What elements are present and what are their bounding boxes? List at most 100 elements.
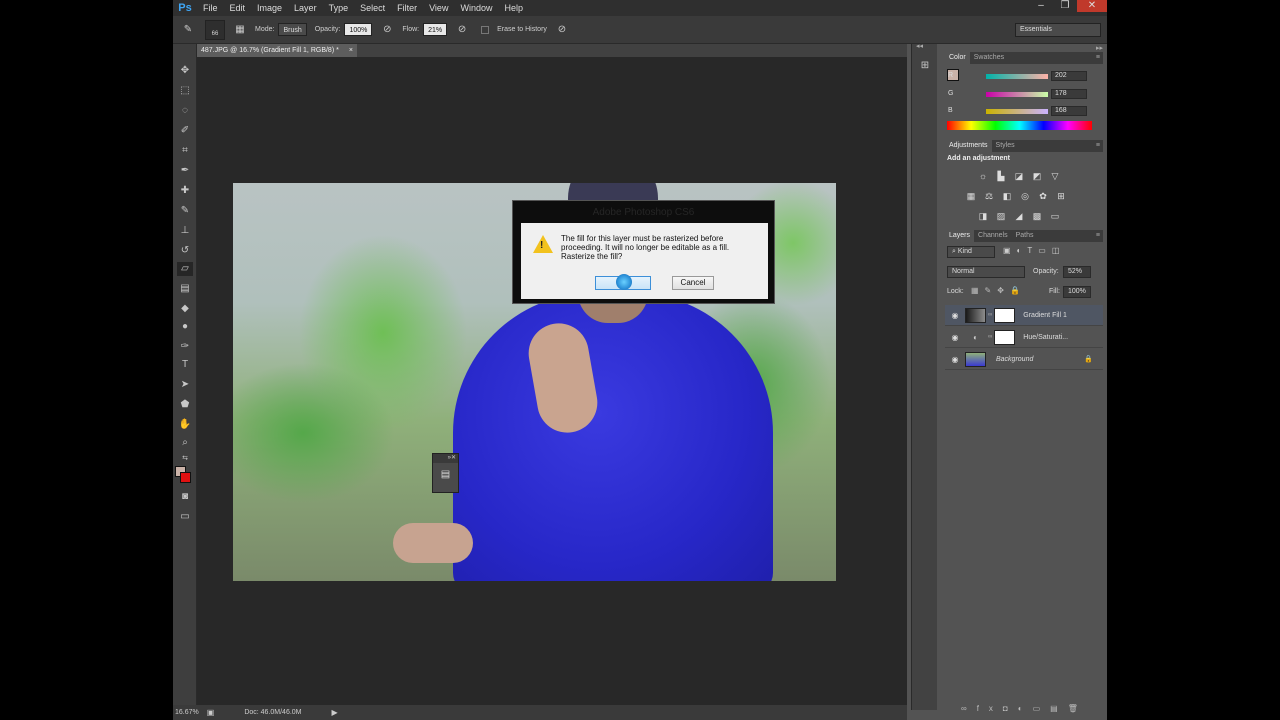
mode-dropdown[interactable]: Brush xyxy=(278,23,307,36)
clone-stamp-tool-icon[interactable]: ⊥ xyxy=(177,224,193,238)
tab-styles[interactable]: Styles xyxy=(992,140,1019,152)
opacity-input[interactable]: 100% xyxy=(344,23,373,36)
menu-edit[interactable]: Edit xyxy=(224,0,252,16)
color-lookup-icon[interactable]: ⊞ xyxy=(1055,190,1067,202)
ok-button[interactable] xyxy=(595,274,651,290)
blur-tool-icon[interactable]: ◆ xyxy=(177,302,193,316)
eye-icon[interactable]: ◉ xyxy=(945,355,965,364)
quick-mask-icon[interactable]: ◙ xyxy=(177,490,193,504)
eyedropper-tool-icon[interactable]: ✒ xyxy=(177,164,193,178)
tab-layers[interactable]: Layers xyxy=(945,230,975,242)
zoom-level[interactable]: 16.67% xyxy=(175,709,199,716)
layer-opacity-input[interactable]: 52% xyxy=(1063,266,1091,278)
color-panel-menu-icon[interactable]: ≡ xyxy=(1096,52,1103,64)
document-tab-close-icon[interactable]: × xyxy=(349,44,353,57)
color-spectrum-ramp[interactable] xyxy=(947,121,1092,130)
vibrance-icon[interactable]: ▽ xyxy=(1049,170,1061,182)
move-tool-icon[interactable]: ✥ xyxy=(177,64,193,78)
tab-color[interactable]: Color xyxy=(945,52,970,64)
eraser-tool-icon-selected[interactable]: ▱ xyxy=(177,262,193,276)
canvas-area[interactable]: »✕ ▤ Adobe Photoshop CS6 ! The fill for … xyxy=(197,57,907,705)
brush-tool-icon[interactable]: ✎ xyxy=(177,204,193,218)
layers-panel-menu-icon[interactable]: ≡ xyxy=(1096,230,1103,242)
curves-icon[interactable]: ◪ xyxy=(1013,170,1025,182)
layer-row-gradient-fill[interactable]: ◉ ∞ Gradient Fill 1 xyxy=(945,305,1103,326)
brush-preset-picker[interactable]: 66 xyxy=(205,19,225,40)
brightness-contrast-icon[interactable]: ☼ xyxy=(977,170,989,182)
eye-icon[interactable]: ◉ xyxy=(945,333,965,342)
pen-tool-icon[interactable]: ✑ xyxy=(177,340,193,354)
hand-tool-icon[interactable]: ✋ xyxy=(177,418,193,432)
close-button[interactable]: ✕ xyxy=(1077,0,1107,12)
minimize-button[interactable]: – xyxy=(1029,0,1053,12)
erase-history-checkbox[interactable] xyxy=(481,25,490,34)
menu-select[interactable]: Select xyxy=(354,0,391,16)
lasso-tool-icon[interactable]: ◌ xyxy=(177,104,193,118)
lock-icons[interactable]: ▦✎✥🔒 xyxy=(971,286,1026,295)
selective-color-icon[interactable]: ▩ xyxy=(1031,210,1043,222)
menu-image[interactable]: Image xyxy=(251,0,288,16)
healing-tool-icon[interactable]: ✚ xyxy=(177,184,193,198)
color-balance-icon[interactable]: ⚖ xyxy=(983,190,995,202)
invert-icon[interactable]: ◨ xyxy=(977,210,989,222)
layer-row-hue-saturation[interactable]: ◉ ◐ ∞ Hue/Saturati... xyxy=(945,327,1103,348)
airbrush-icon[interactable]: ⊘ xyxy=(455,23,469,37)
layer-filter-icons[interactable]: ▣◐T▭◫ xyxy=(1003,246,1065,255)
blend-mode-dropdown[interactable]: Normal xyxy=(947,266,1025,278)
dodge-tool-icon[interactable]: ● xyxy=(177,320,193,334)
gradient-map-icon[interactable]: ▭ xyxy=(1049,210,1061,222)
red-slider[interactable] xyxy=(986,74,1048,79)
pressure-opacity-icon[interactable]: ⊘ xyxy=(380,23,394,37)
photo-filter-icon[interactable]: ◎ xyxy=(1019,190,1031,202)
type-tool-icon[interactable]: T xyxy=(177,358,193,372)
menu-view[interactable]: View xyxy=(423,0,454,16)
channel-mixer-icon[interactable]: ✿ xyxy=(1037,190,1049,202)
brush-panel-icon[interactable]: ▦ xyxy=(233,23,247,37)
tab-channels[interactable]: Channels xyxy=(974,230,1012,242)
cancel-button[interactable]: Cancel xyxy=(672,276,714,290)
eye-icon[interactable]: ◉ xyxy=(945,311,965,320)
status-menu-arrow-icon[interactable]: ▶ xyxy=(332,708,338,717)
layer-row-background[interactable]: ◉ Background 🔒 xyxy=(945,349,1103,370)
tab-paths[interactable]: Paths xyxy=(1012,230,1038,242)
status-info-icon[interactable]: ▣ xyxy=(207,708,215,717)
workspace-dropdown[interactable]: Essentials xyxy=(1015,23,1101,37)
panels-collapse-icon[interactable]: ▸▸ xyxy=(1096,44,1103,52)
shape-tool-icon[interactable]: ⬟ xyxy=(177,398,193,412)
red-value[interactable]: 202 xyxy=(1051,71,1087,81)
crop-tool-icon[interactable]: ⌗ xyxy=(177,144,193,158)
levels-icon[interactable]: ▙ xyxy=(995,170,1007,182)
background-color-swatch[interactable] xyxy=(180,472,191,483)
blue-value[interactable]: 168 xyxy=(1051,106,1087,116)
history-panel-icon[interactable]: ⊞ xyxy=(918,60,932,74)
green-value[interactable]: 178 xyxy=(1051,89,1087,99)
history-brush-tool-icon[interactable]: ↺ xyxy=(177,244,193,258)
gradient-tool-icon[interactable]: ▤ xyxy=(177,282,193,296)
black-white-icon[interactable]: ◧ xyxy=(1001,190,1013,202)
properties-panel-icon[interactable]: ▤ xyxy=(433,469,458,480)
exposure-icon[interactable]: ◩ xyxy=(1031,170,1043,182)
tab-swatches[interactable]: Swatches xyxy=(970,52,1008,64)
menu-window[interactable]: Window xyxy=(454,0,498,16)
dock-collapse-icon[interactable]: ◂◂ xyxy=(916,42,923,50)
posterize-icon[interactable]: ▨ xyxy=(995,210,1007,222)
quick-select-tool-icon[interactable]: ✐ xyxy=(177,124,193,138)
path-select-tool-icon[interactable]: ➤ xyxy=(177,378,193,392)
restore-button[interactable]: ❐ xyxy=(1053,0,1077,12)
layer-filter-kind-dropdown[interactable]: ⌕ Kind xyxy=(947,246,995,258)
green-slider[interactable] xyxy=(986,92,1048,97)
fill-input[interactable]: 100% xyxy=(1063,286,1091,298)
layers-bottom-toolbar[interactable]: ∞fx◘◐▭▤🗑 xyxy=(961,704,1088,713)
screen-mode-icon[interactable]: ▭ xyxy=(177,510,193,524)
pressure-size-icon[interactable]: ⊘ xyxy=(555,23,569,37)
zoom-tool-icon[interactable]: ⌕ xyxy=(177,436,193,450)
menu-help[interactable]: Help xyxy=(498,0,529,16)
mini-panel-header[interactable]: »✕ xyxy=(433,454,458,463)
threshold-icon[interactable]: ◢ xyxy=(1013,210,1025,222)
menu-type[interactable]: Type xyxy=(323,0,355,16)
floating-mini-panel[interactable]: »✕ ▤ xyxy=(432,453,459,493)
menu-file[interactable]: File xyxy=(197,0,224,16)
hue-saturation-icon[interactable]: ▦ xyxy=(965,190,977,202)
document-tab[interactable]: 487.JPG @ 16.7% (Gradient Fill 1, RGB/8)… xyxy=(197,44,357,57)
swap-colors-icon[interactable]: ⇆ xyxy=(177,452,193,466)
